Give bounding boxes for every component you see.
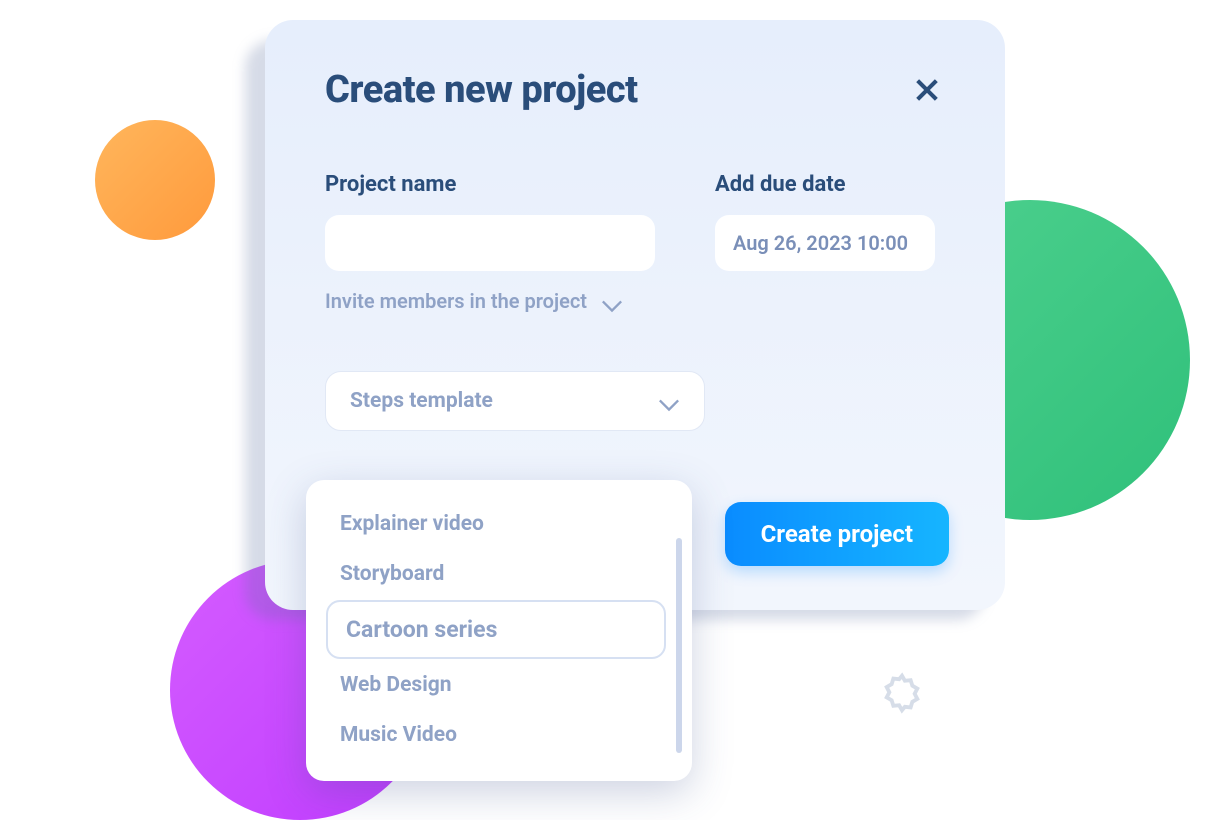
template-option-explainer-video[interactable]: Explainer video xyxy=(326,500,666,548)
gear-icon xyxy=(879,670,925,716)
project-name-input[interactable] xyxy=(325,215,655,271)
steps-template-option-list: Explainer video Storyboard Cartoon serie… xyxy=(326,500,676,761)
modal-title: Create new project xyxy=(325,68,638,112)
due-date-label: Add due date xyxy=(715,172,935,197)
steps-template-dropdown: Explainer video Storyboard Cartoon serie… xyxy=(306,480,692,781)
close-icon xyxy=(913,76,941,104)
project-name-label: Project name xyxy=(325,172,655,197)
project-name-group: Project name xyxy=(325,172,655,271)
due-date-group: Add due date xyxy=(715,172,935,271)
template-option-storyboard[interactable]: Storyboard xyxy=(326,550,666,598)
due-date-input[interactable] xyxy=(715,215,935,271)
invite-members-label: Invite members in the project xyxy=(325,289,587,313)
decor-circle-orange xyxy=(95,120,215,240)
dropdown-scrollbar[interactable] xyxy=(676,538,682,753)
chevron-down-icon xyxy=(658,394,680,408)
steps-template-label: Steps template xyxy=(350,389,493,413)
template-option-web-design[interactable]: Web Design xyxy=(326,661,666,709)
form-row-main: Project name Add due date xyxy=(325,172,945,271)
close-button[interactable] xyxy=(909,72,945,108)
create-project-button[interactable]: Create project xyxy=(725,502,949,566)
steps-template-select[interactable]: Steps template xyxy=(325,371,705,431)
template-option-cartoon-series[interactable]: Cartoon series xyxy=(326,600,666,659)
invite-members-toggle[interactable]: Invite members in the project xyxy=(325,289,945,313)
chevron-down-icon xyxy=(601,294,623,308)
template-option-music-video[interactable]: Music Video xyxy=(326,711,666,759)
modal-header: Create new project xyxy=(325,68,945,112)
